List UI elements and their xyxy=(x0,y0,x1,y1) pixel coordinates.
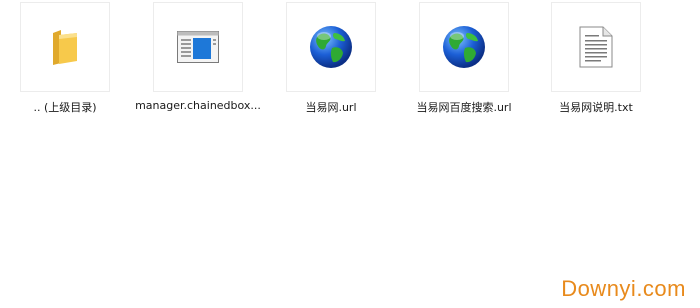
thumbnail-frame xyxy=(153,2,243,92)
file-item-text-document[interactable]: 当易网说明.txt xyxy=(541,2,651,115)
thumbnail-frame xyxy=(551,2,641,92)
file-item-url-1[interactable]: 当易网.url xyxy=(276,2,386,115)
file-name: 当易网说明.txt xyxy=(559,101,633,114)
file-name: manager.chainedbox... xyxy=(135,99,261,112)
file-item-url-2[interactable]: 当易网百度搜索.url xyxy=(409,2,519,115)
thumbnail-frame xyxy=(419,2,509,92)
file-item-parent-directory[interactable]: .. (上级目录) xyxy=(10,2,120,115)
file-name: 当易网百度搜索.url xyxy=(416,101,512,114)
file-name: 当易网.url xyxy=(305,101,357,114)
file-item-manager-chainedbox[interactable]: manager.chainedbox... xyxy=(135,2,261,112)
folder-icon xyxy=(53,30,77,65)
window-app-icon xyxy=(177,31,219,63)
file-name: .. (上级目录) xyxy=(33,101,97,114)
globe-icon xyxy=(443,26,485,68)
watermark-logo: Downyi.com xyxy=(561,276,686,301)
text-document-icon xyxy=(579,26,613,68)
thumbnail-frame xyxy=(20,2,110,92)
thumbnail-frame xyxy=(286,2,376,92)
globe-icon xyxy=(310,26,352,68)
